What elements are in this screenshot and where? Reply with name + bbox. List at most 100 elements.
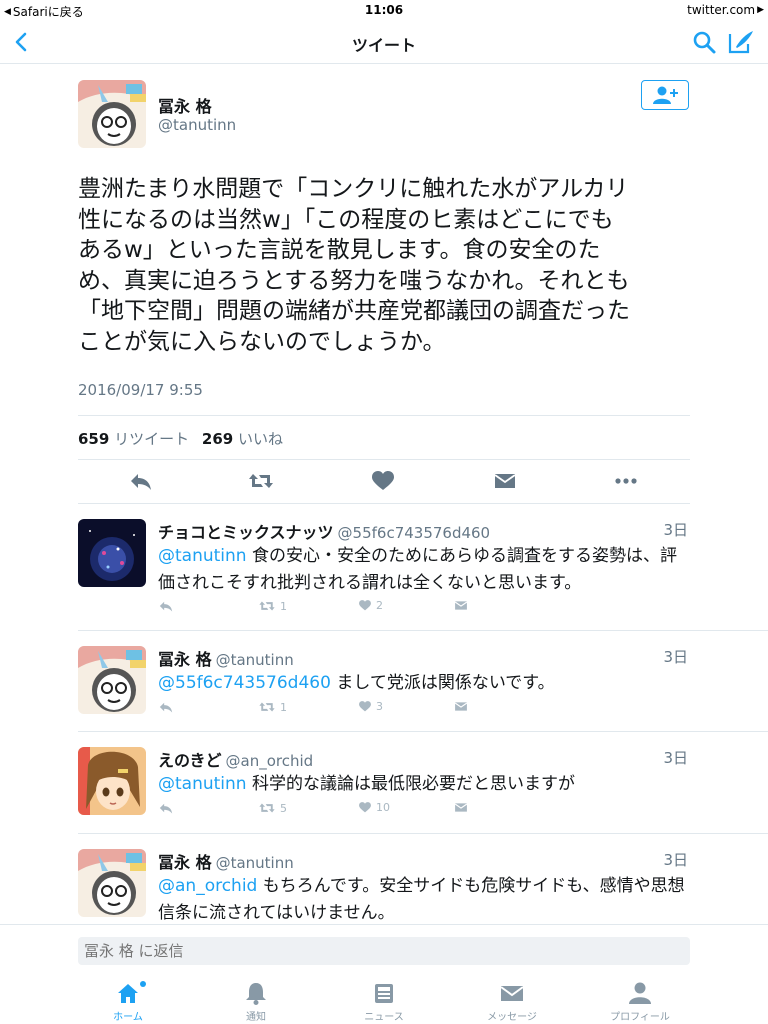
tweet-timestamp: 2016/09/17 9:55 <box>78 381 203 399</box>
main-author-name[interactable]: 冨永 格 <box>158 93 212 117</box>
reply-author-handle[interactable]: @tanutinn <box>216 854 294 872</box>
tab-label: ニュース <box>364 1012 404 1023</box>
tab-messages[interactable]: メッセージ <box>462 980 562 1023</box>
envelope-icon <box>454 803 468 812</box>
divider <box>78 503 690 504</box>
new-tweets-badge <box>140 981 146 987</box>
tab-bar: ホーム 通知 ニュース メッセージ プロフィール <box>0 974 768 1024</box>
retweet-label[interactable]: リツイート <box>114 430 189 448</box>
tab-label: ホーム <box>113 1012 143 1023</box>
main-tweet-text: 豊洲たまり水問題で「コンクリに触れた水がアルカリ 性になるのは当然w」「この程度… <box>78 174 690 357</box>
tweet-line: め、真実に迫ろうとする努力を嗤うなかれ。それとも <box>78 267 630 294</box>
bell-icon <box>246 983 266 1005</box>
tweet-line: 「地下空間」問題の端緒が共産党都議団の調査だった <box>78 298 630 324</box>
direct-message-icon[interactable] <box>492 470 518 492</box>
avatar-illustration <box>78 646 146 714</box>
tab-label: 通知 <box>246 1012 266 1023</box>
tweet-line: ことが気に入らないのでしょうか。 <box>78 328 446 355</box>
divider <box>78 630 768 631</box>
reply-text: @55f6c743576d460 まして党派は関係ないです。 <box>158 670 688 697</box>
home-icon <box>118 984 138 1003</box>
tab-profile[interactable]: プロフィール <box>590 980 690 1023</box>
tab-notifications[interactable]: 通知 <box>206 980 306 1023</box>
reply-compose-bar <box>0 924 768 974</box>
person-icon <box>629 982 651 1004</box>
like-count: 2 <box>376 599 383 612</box>
reply-author-handle[interactable]: @55f6c743576d460 <box>338 524 491 542</box>
follow-button[interactable] <box>641 80 689 110</box>
retweet-action[interactable]: 1 <box>258 700 287 714</box>
reply-input[interactable] <box>78 937 690 965</box>
reply-time: 3日 <box>663 648 688 666</box>
reply-author-avatar[interactable] <box>78 519 146 587</box>
reply-author-handle[interactable]: @an_orchid <box>226 752 314 770</box>
reply-author-avatar[interactable] <box>78 646 146 714</box>
heart-icon <box>359 701 371 712</box>
reply-text: @tanutinn 科学的な議論は最低限必要だと思いますが <box>158 771 688 798</box>
envelope-icon <box>454 601 468 610</box>
retweet-icon <box>259 702 275 712</box>
retweet-count: 1 <box>280 599 287 613</box>
reply-icon <box>159 803 173 814</box>
reply-action[interactable] <box>158 599 174 613</box>
status-time: 11:06 <box>364 3 404 17</box>
reply-header: 冨永 格 @tanutinn 3日 <box>158 646 688 670</box>
mention-link[interactable]: @tanutinn <box>158 546 247 566</box>
main-author-handle[interactable]: @tanutinn <box>158 116 236 134</box>
reply-icon[interactable] <box>128 470 154 492</box>
more-dots-icon[interactable] <box>613 470 639 492</box>
like-heart-icon[interactable] <box>370 470 396 492</box>
reply-author-handle[interactable]: @tanutinn <box>216 651 294 669</box>
mention-link[interactable]: @tanutinn <box>158 774 247 794</box>
status-bar: ◀ Safariに戻る 11:06 twitter.com ▶ <box>0 0 768 20</box>
search-icon[interactable] <box>690 28 718 56</box>
tweet-line: 豊洲たまり水問題で「コンクリに触れた水がアルカリ <box>78 176 629 202</box>
retweet-count: 5 <box>280 801 287 815</box>
retweet-icon <box>259 601 275 611</box>
reply-author-name[interactable]: 冨永 格 <box>158 650 212 669</box>
retweet-action[interactable]: 1 <box>258 599 287 613</box>
reply-action[interactable] <box>158 801 174 815</box>
retweet-icon[interactable] <box>248 470 274 492</box>
main-author-avatar[interactable] <box>78 80 146 148</box>
like-count[interactable]: 269 <box>202 430 233 448</box>
reply-header: チョコとミックスナッツ @55f6c743576d460 3日 <box>158 519 688 543</box>
dm-action[interactable] <box>453 801 469 814</box>
like-count: 3 <box>376 700 383 713</box>
tweet-line: 性になるのは当然w」「この程度のヒ素はどこにでも <box>78 206 614 233</box>
compose-icon[interactable] <box>726 28 756 56</box>
dm-action[interactable] <box>453 599 469 612</box>
reply-author-name[interactable]: えのきど <box>158 751 222 770</box>
status-domain[interactable]: twitter.com ▶ <box>687 3 764 17</box>
like-action[interactable]: 2 <box>358 599 383 612</box>
avatar-illustration <box>78 849 146 917</box>
main-tweet-actions <box>78 466 690 496</box>
reply-header: 冨永 格 @tanutinn 3日 <box>158 849 688 873</box>
tab-label: プロフィール <box>610 1012 670 1023</box>
tab-home[interactable]: ホーム <box>78 980 178 1023</box>
reply-actions: 1 3 <box>158 700 488 720</box>
tab-news[interactable]: ニュース <box>334 980 434 1023</box>
tweet-line: あるw」といった言説を散見します。食の安全のた <box>78 237 601 263</box>
mention-link[interactable]: @an_orchid <box>158 876 257 896</box>
reply-author-name[interactable]: 冨永 格 <box>158 853 212 872</box>
reply-action[interactable] <box>158 700 174 714</box>
avatar-illustration <box>78 519 146 587</box>
retweet-count[interactable]: 659 <box>78 430 109 448</box>
reply-icon <box>159 601 173 612</box>
reply-text: @tanutinn 食の安心・安全のためにあらゆる調査をする姿勢は、評価されこそ… <box>158 543 688 597</box>
like-action[interactable]: 3 <box>358 700 383 713</box>
reply-actions: 5 10 <box>158 801 488 821</box>
reply-author-name[interactable]: チョコとミックスナッツ <box>158 523 334 542</box>
add-user-icon <box>653 86 678 104</box>
like-label[interactable]: いいね <box>238 430 283 448</box>
reply-author-avatar[interactable] <box>78 849 146 917</box>
dm-action[interactable] <box>453 700 469 713</box>
reply-author-avatar[interactable] <box>78 747 146 815</box>
reply-header: えのきど @an_orchid 3日 <box>158 747 688 771</box>
retweet-action[interactable]: 5 <box>258 801 287 815</box>
page-title: ツイート <box>351 36 416 55</box>
mention-link[interactable]: @55f6c743576d460 <box>158 673 331 693</box>
reply-icon <box>159 702 173 713</box>
like-action[interactable]: 10 <box>358 801 390 814</box>
